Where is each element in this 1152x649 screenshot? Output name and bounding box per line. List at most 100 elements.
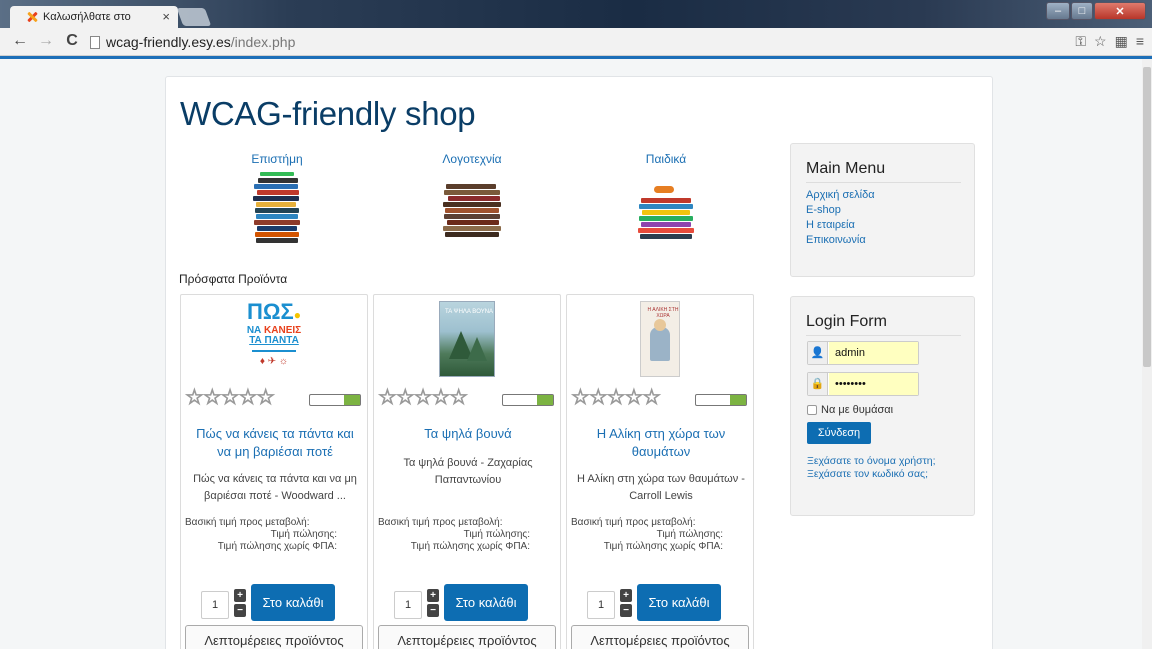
login-form-title: Login Form [806, 313, 887, 330]
rating-stars[interactable]: ☆☆☆☆☆ [377, 386, 468, 409]
toolbar-actions: ⚿ ☆ ▦ ≡ [1075, 33, 1144, 50]
product-description: Η Αλίκη στη χώρα των θαυμάτων - Carroll … [577, 473, 745, 502]
close-window-button[interactable]: ✕ [1094, 2, 1146, 20]
tab-title: Καλωσήλθατε στο [43, 11, 131, 23]
price-no-vat-label: Τιμή πώλησης χωρίς ΦΠΑ: [603, 541, 723, 552]
menu-icon[interactable]: ≡ [1136, 33, 1144, 50]
quantity-minus-button[interactable]: − [234, 604, 246, 617]
forward-arrow-icon[interactable]: → [36, 32, 56, 50]
quantity-input[interactable]: 1 [587, 591, 615, 619]
quantity-input[interactable]: 1 [201, 591, 229, 619]
book-stack-icon[interactable] [250, 172, 304, 244]
book-stack-icon[interactable] [440, 172, 504, 244]
forgot-links: Ξεχάσατε το όνομα χρήστη; Ξεχάσατε τον κ… [807, 455, 936, 481]
username-field[interactable]: 👤 admin [807, 341, 919, 365]
product-image[interactable]: Η ΑΛΙΚΗ ΣΤΗ ΧΩΡΑ [640, 301, 680, 377]
add-to-cart-button[interactable]: Στο καλάθι [444, 584, 528, 621]
browser-toolbar: ← → C wcag-friendly.esy.es/index.php ⚿ ☆… [0, 28, 1152, 56]
product-card: ΤΑ ΨΗΛΑ ΒΟΥΝΑ ☆☆☆☆☆ Τα ψηλά βουνά Τα ψηλ… [373, 294, 561, 649]
user-icon: 👤 [808, 342, 828, 364]
recent-products-heading: Πρόσφατα Προϊόντα [179, 272, 288, 286]
username-value[interactable]: admin [829, 342, 918, 364]
bookmark-star-icon[interactable]: ☆ [1094, 33, 1107, 50]
product-image[interactable]: ΠΩΣ● ΝΑ ΚΑΝΕΙΣ ΤΑ ΠΑΝΤΑ ♦ ✈ ☼ [244, 301, 304, 377]
main-menu-module: Main Menu Αρχική σελίδα E-shop Η εταιρεί… [790, 143, 975, 277]
divider [806, 182, 961, 183]
product-card: Η ΑΛΙΚΗ ΣΤΗ ΧΩΡΑ ☆☆☆☆☆ Η Αλίκη στη χώρα … [566, 294, 754, 649]
remember-me[interactable]: Να με θυμάσαι [807, 404, 893, 416]
page-scrollbar[interactable] [1142, 59, 1152, 649]
main-menu-title: Main Menu [806, 160, 886, 177]
quantity-input[interactable]: 1 [394, 591, 422, 619]
quantity-plus-button[interactable]: + [234, 589, 246, 602]
divider [806, 335, 961, 336]
page-icon [90, 36, 100, 49]
category-children[interactable]: Παιδικά [611, 152, 721, 244]
rating-row: ☆☆☆☆☆ [184, 386, 365, 409]
login-button[interactable]: Σύνδεση [807, 422, 871, 444]
lock-icon: 🔒 [808, 373, 828, 395]
stock-level-bar [502, 394, 554, 406]
rating-stars[interactable]: ☆☆☆☆☆ [184, 386, 275, 409]
stock-level-bar [309, 394, 361, 406]
rating-stars[interactable]: ☆☆☆☆☆ [570, 386, 661, 409]
main-menu-list: Αρχική σελίδα E-shop Η εταιρεία Επικοινω… [806, 188, 875, 248]
quantity-plus-button[interactable]: + [620, 589, 632, 602]
price-base-label: Βασική τιμή προς μεταβολή: [378, 517, 503, 528]
product-prices: Βασική τιμή προς μεταβολή: Τιμή πώλησης:… [185, 517, 337, 553]
tab-close-icon[interactable]: × [162, 9, 170, 24]
product-image[interactable]: ΤΑ ΨΗΛΑ ΒΟΥΝΑ [439, 301, 495, 377]
menu-item-company[interactable]: Η εταιρεία [806, 218, 875, 233]
product-prices: Βασική τιμή προς μεταβολή: Τιμή πώλησης:… [571, 517, 723, 553]
product-title[interactable]: Πώς να κάνεις τα πάντα και να μη βαριέσα… [189, 425, 361, 461]
url-host: wcag-friendly.esy.es [106, 34, 231, 50]
quantity-plus-button[interactable]: + [427, 589, 439, 602]
forgot-username-link[interactable]: Ξεχάσατε το όνομα χρήστη; [807, 455, 936, 468]
browser-tab[interactable]: Καλωσήλθατε στο × [10, 6, 178, 28]
product-details-button[interactable]: Λεπτομέρειες προϊόντος [571, 625, 749, 649]
forgot-password-link[interactable]: Ξεχάσατε τον κωδικό σας; [807, 468, 936, 481]
price-base-label: Βασική τιμή προς μεταβολή: [185, 517, 310, 528]
password-value[interactable]: •••••••• [829, 373, 918, 395]
address-bar[interactable]: wcag-friendly.esy.es/index.php [106, 34, 295, 50]
page-top-border [0, 56, 1152, 59]
product-title[interactable]: Τα ψηλά βουνά [382, 425, 554, 443]
category-science[interactable]: Επιστήμη [222, 152, 332, 244]
price-no-vat-label: Τιμή πώλησης χωρίς ΦΠΑ: [410, 541, 530, 552]
rating-row: ☆☆☆☆☆ [570, 386, 751, 409]
category-literature[interactable]: Λογοτεχνία [417, 152, 527, 244]
add-to-cart-button[interactable]: Στο καλάθι [637, 584, 721, 621]
product-description: Τα ψηλά βουνά - Ζαχαρίας Παπαντωνίου [403, 457, 533, 486]
rating-row: ☆☆☆☆☆ [377, 386, 558, 409]
product-details-button[interactable]: Λεπτομέρειες προϊόντος [185, 625, 363, 649]
menu-item-eshop[interactable]: E-shop [806, 203, 875, 218]
remember-checkbox[interactable] [807, 405, 817, 415]
menu-item-home[interactable]: Αρχική σελίδα [806, 188, 875, 203]
minimize-button[interactable]: – [1046, 2, 1070, 20]
password-field[interactable]: 🔒 •••••••• [807, 372, 919, 396]
book-stack-icon[interactable] [636, 172, 696, 244]
browser-titlebar: Καλωσήλθατε στο × – □ ✕ [0, 0, 1152, 28]
quantity-minus-button[interactable]: − [427, 604, 439, 617]
product-card: ΠΩΣ● ΝΑ ΚΑΝΕΙΣ ΤΑ ΠΑΝΤΑ ♦ ✈ ☼ ☆☆☆☆☆ Πώς … [180, 294, 368, 649]
product-details-button[interactable]: Λεπτομέρειες προϊόντος [378, 625, 556, 649]
category-label[interactable]: Παιδικά [611, 152, 721, 166]
extension-icon[interactable]: ▦ [1115, 33, 1128, 50]
page-container: WCAG-friendly shop Επιστήμη Λογοτεχνία Π… [165, 76, 993, 649]
category-label[interactable]: Επιστήμη [222, 152, 332, 166]
url-path: /index.php [230, 34, 296, 50]
reload-icon[interactable]: C [62, 32, 82, 50]
quantity-minus-button[interactable]: − [620, 604, 632, 617]
key-icon[interactable]: ⚿ [1075, 33, 1086, 50]
price-sale-label: Τιμή πώλησης: [463, 529, 530, 540]
site-title[interactable]: WCAG-friendly shop [180, 95, 476, 133]
add-to-cart-button[interactable]: Στο καλάθι [251, 584, 335, 621]
maximize-button[interactable]: □ [1071, 2, 1093, 20]
category-label[interactable]: Λογοτεχνία [417, 152, 527, 166]
product-prices: Βασική τιμή προς μεταβολή: Τιμή πώλησης:… [378, 517, 530, 553]
product-title[interactable]: Η Αλίκη στη χώρα των θαυμάτων [575, 425, 747, 461]
back-arrow-icon[interactable]: ← [10, 32, 30, 50]
joomla-favicon-icon [26, 11, 38, 23]
new-tab-button[interactable] [176, 8, 212, 26]
menu-item-contact[interactable]: Επικοινωνία [806, 233, 875, 248]
